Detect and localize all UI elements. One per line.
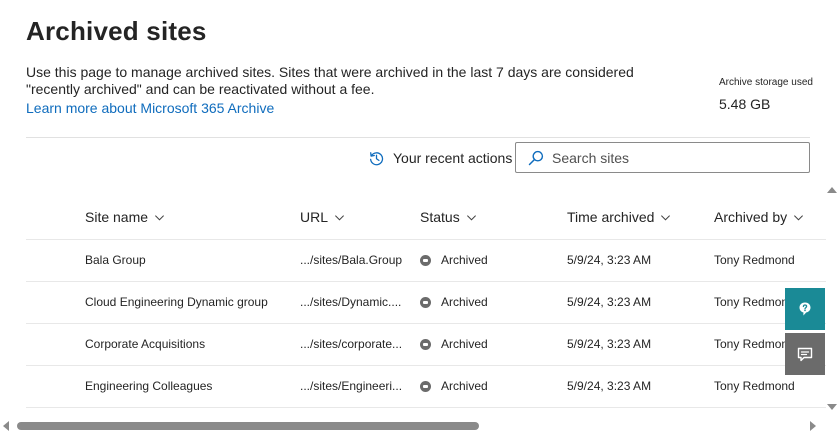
archived-status-icon: [420, 380, 431, 392]
scroll-down-arrow[interactable]: [827, 404, 837, 410]
search-box[interactable]: [515, 142, 810, 173]
page-description: Use this page to manage archived sites. …: [26, 64, 634, 97]
status-cell: Archived: [420, 337, 540, 351]
archive-storage-value: 5.48 GB: [719, 96, 771, 112]
url-cell: .../sites/Dynamic....: [300, 295, 402, 309]
archived-status-icon: [420, 296, 431, 308]
url-cell: .../sites/Bala.Group: [300, 253, 403, 267]
recent-actions-label: Your recent actions: [393, 150, 513, 166]
status-label: Archived: [441, 253, 488, 267]
learn-more-link[interactable]: Learn more about Microsoft 365 Archive: [26, 100, 274, 116]
chevron-down-icon: [661, 214, 671, 221]
time-archived-cell: 5/9/24, 3:23 AM: [567, 253, 652, 267]
time-archived-cell: 5/9/24, 3:23 AM: [567, 295, 652, 309]
column-header-label: Site name: [85, 209, 149, 225]
archived-by-cell: Tony Redmond: [714, 379, 795, 393]
site-name-cell: Bala Group: [85, 253, 146, 267]
archived-status-icon: [420, 254, 431, 266]
status-cell: Archived: [420, 379, 540, 393]
chevron-down-icon: [466, 214, 476, 221]
help-button[interactable]: [785, 288, 825, 330]
table-row[interactable]: Cloud Engineering Dynamic group .../site…: [26, 282, 826, 324]
column-header-time-archived[interactable]: Time archived: [567, 209, 697, 225]
header-divider: [26, 137, 810, 138]
horizontal-scrollbar-thumb[interactable]: [17, 422, 479, 430]
table-header-row: Site name URL Status Time archived Archi…: [26, 198, 826, 240]
archived-by-cell: Tony Redmond: [714, 253, 795, 267]
column-header-label: Status: [420, 209, 460, 225]
help-icon: [799, 302, 811, 316]
column-header-archived-by[interactable]: Archived by: [714, 209, 826, 225]
time-archived-cell: 5/9/24, 3:23 AM: [567, 337, 652, 351]
column-header-site-name[interactable]: Site name: [85, 209, 285, 225]
chevron-down-icon: [794, 214, 804, 221]
search-icon: [528, 150, 544, 165]
history-icon: [369, 151, 384, 165]
archive-storage: Archive storage used 5.48 GB: [719, 77, 813, 112]
column-header-url[interactable]: URL: [300, 209, 406, 225]
column-header-status[interactable]: Status: [420, 209, 540, 225]
page-title: Archived sites: [26, 16, 207, 46]
archived-sites-table: Site name URL Status Time archived Archi…: [26, 198, 826, 408]
column-header-label: URL: [300, 209, 329, 225]
status-label: Archived: [441, 379, 488, 393]
search-input[interactable]: [552, 149, 792, 166]
archived-status-icon: [420, 338, 431, 350]
column-header-label: Archived by: [714, 209, 788, 225]
url-cell: .../sites/Engineeri...: [300, 379, 403, 393]
chevron-down-icon: [155, 214, 165, 221]
status-cell: Archived: [420, 295, 540, 309]
table-row[interactable]: Corporate Acquisitions .../sites/corpora…: [26, 324, 826, 366]
recent-actions-button[interactable]: Your recent actions: [368, 148, 512, 168]
table-row[interactable]: Bala Group .../sites/Bala.Group Archived…: [26, 240, 826, 282]
scroll-left-arrow[interactable]: [3, 421, 9, 431]
archive-storage-label: Archive storage used: [719, 77, 813, 88]
table-row[interactable]: Engineering Colleagues .../sites/Enginee…: [26, 366, 826, 408]
column-header-label: Time archived: [567, 209, 655, 225]
time-archived-cell: 5/9/24, 3:23 AM: [567, 379, 652, 393]
status-label: Archived: [441, 337, 488, 351]
feedback-button[interactable]: [785, 333, 825, 375]
status-label: Archived: [441, 295, 488, 309]
site-name-cell: Engineering Colleagues: [85, 379, 213, 393]
site-name-cell: Cloud Engineering Dynamic group: [85, 295, 268, 309]
feedback-icon: [797, 347, 813, 362]
chevron-down-icon: [335, 214, 344, 221]
scroll-up-arrow[interactable]: [827, 187, 837, 193]
status-cell: Archived: [420, 253, 540, 267]
site-name-cell: Corporate Acquisitions: [85, 337, 206, 351]
url-cell: .../sites/corporate...: [300, 337, 403, 351]
scroll-right-arrow[interactable]: [810, 421, 816, 431]
